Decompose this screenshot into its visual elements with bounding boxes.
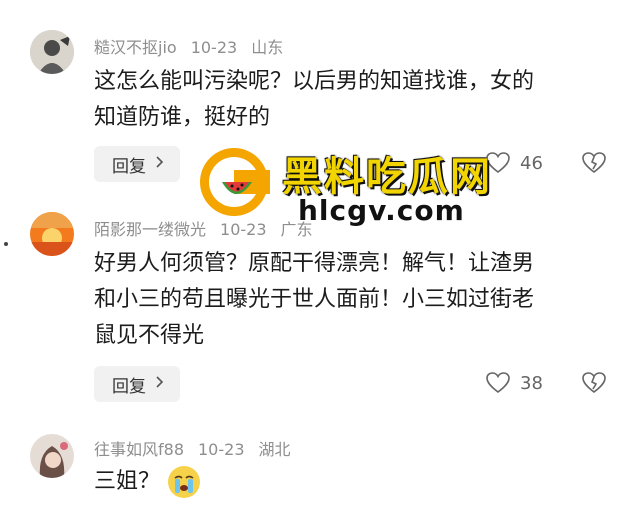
chevron-right-icon <box>156 156 164 172</box>
heart-outline-icon <box>486 372 510 394</box>
comment-text: 三姐？ <box>94 464 614 500</box>
comment-location: 山东 <box>251 38 284 57</box>
broken-heart-icon <box>582 152 606 174</box>
watermark-url: hlcgv.com <box>298 194 465 227</box>
username[interactable]: 糙汉不抠jio <box>94 38 177 57</box>
comment-location: 湖北 <box>258 440 291 459</box>
like-count: 38 <box>520 372 543 394</box>
comment-date: 10-23 <box>198 440 245 459</box>
comment-text: 这怎么能叫污染呢？以后男的知道找谁，女的 知道防谁，挺好的 <box>94 64 614 136</box>
watermark: 黑料吃瓜网 hlcgv.com <box>198 146 498 230</box>
reply-button[interactable]: 回复 <box>94 366 180 402</box>
comment-text-line: 这怎么能叫污染呢？以后男的知道找谁，女的 <box>94 69 535 94</box>
avatar[interactable] <box>30 30 74 74</box>
reply-label: 回复 <box>112 376 146 397</box>
comment-text-line: 三姐？ <box>94 469 161 494</box>
dislike-button[interactable] <box>582 372 606 398</box>
comment-text-line: 鼠见不得光 <box>94 323 205 348</box>
username[interactable]: 陌影那一缕微光 <box>94 220 206 239</box>
dislike-button[interactable] <box>582 152 606 178</box>
watermelon-logo-icon <box>198 146 270 218</box>
avatar[interactable] <box>30 434 74 478</box>
comment-date: 10-23 <box>190 38 238 57</box>
reply-label: 回复 <box>112 156 146 177</box>
avatar[interactable] <box>30 212 74 256</box>
comment-text: 好男人何须管？原配干得漂亮！解气！让渣男 和小三的苟且曝光于世人面前！小三如过街… <box>94 246 614 354</box>
crying-emoji-icon <box>168 466 201 498</box>
comment-item: 陌影那一缕微光 10-23 广东 好男人何须管？原配干得漂亮！解气！让渣男 和小三的… <box>0 200 640 420</box>
chevron-right-icon <box>156 376 164 392</box>
comment-item: 往事如风f88 10-23 湖北 三姐？ <box>0 420 640 504</box>
comment-meta: 往事如风f88 10-23 湖北 <box>94 436 305 460</box>
comment-text-line: 好男人何须管？原配干得漂亮！解气！让渣男 <box>94 251 535 276</box>
comment-text-line: 知道防谁，挺好的 <box>94 105 271 130</box>
reply-button[interactable]: 回复 <box>94 146 180 182</box>
username[interactable]: 往事如风f88 <box>94 440 184 459</box>
comment-text-line: 和小三的苟且曝光于世人面前！小三如过街老 <box>94 287 535 312</box>
broken-heart-icon <box>582 372 606 394</box>
comment-meta: 糙汉不抠jio 10-23 山东 <box>94 34 297 58</box>
like-button[interactable]: 38 <box>486 372 543 394</box>
like-count: 46 <box>520 152 543 174</box>
